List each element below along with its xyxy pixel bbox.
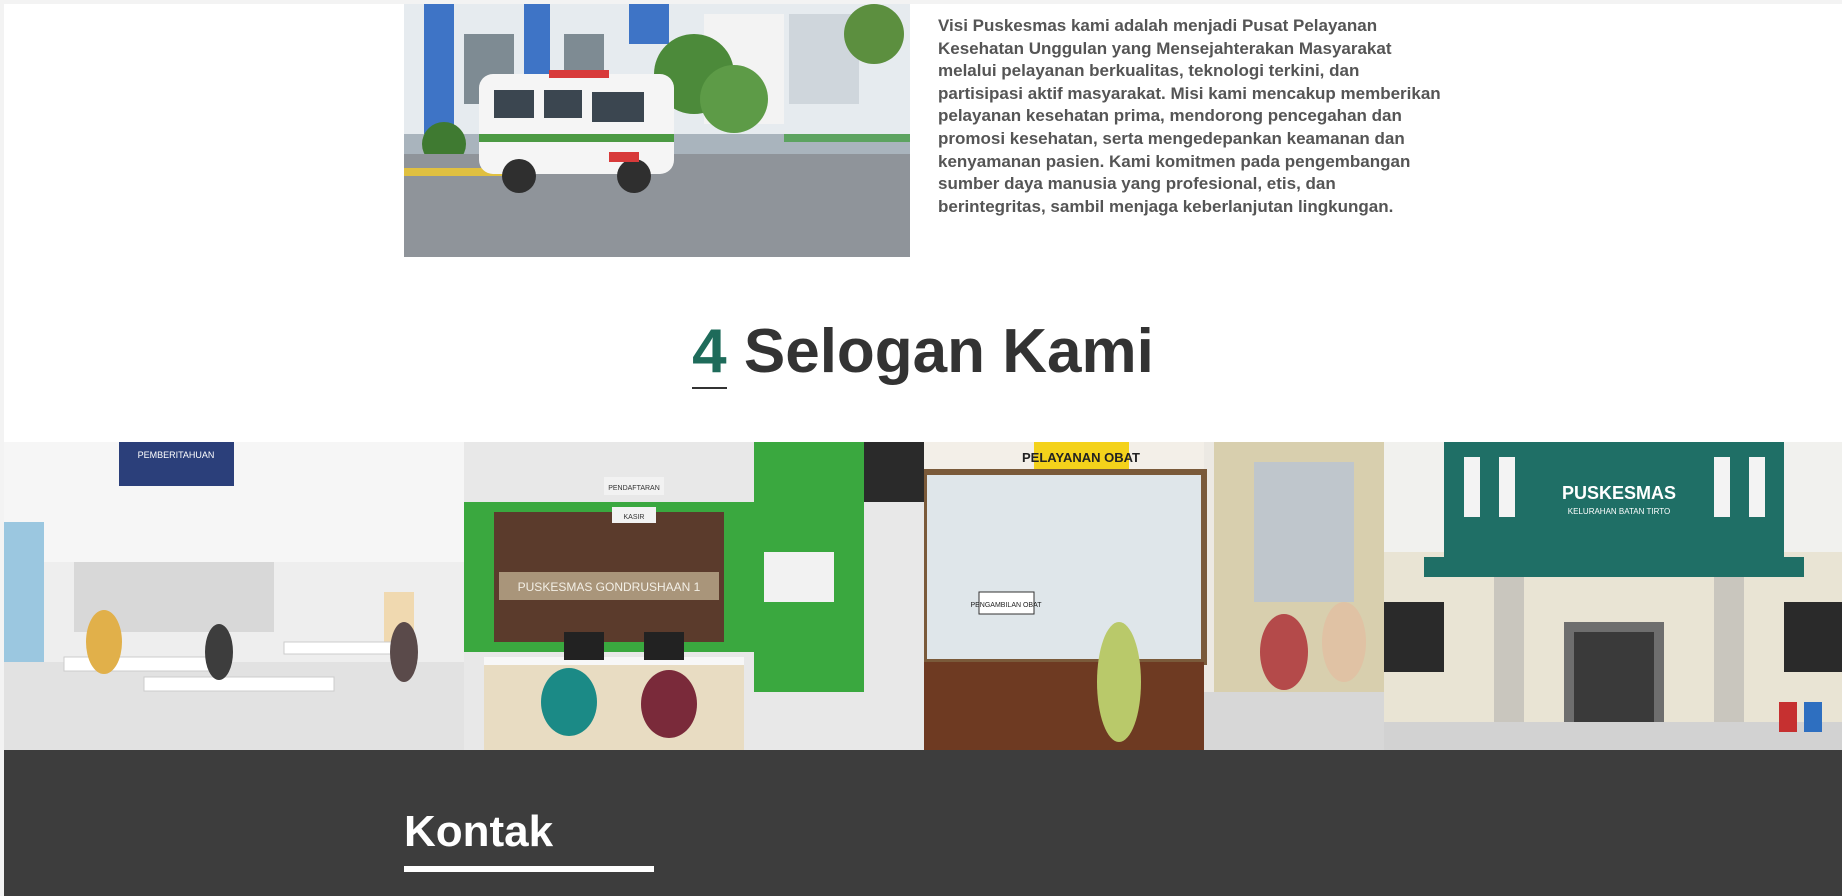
building-sign-text: PUSKESMAS	[1562, 483, 1676, 503]
gallery-photo-registration-desk[interactable]: PENDAFTARAN KASIR PUSKESMAS GONDRUSHAAN …	[464, 442, 924, 750]
page: Visi Puskesmas kami adalah menjadi Pusat…	[4, 4, 1842, 896]
contact-heading: Kontak	[404, 807, 554, 856]
desk-wall-text: PUSKESMAS GONDRUSHAAN 1	[518, 580, 701, 594]
visi-misi-text: Visi Puskesmas kami adalah menjadi Pusat…	[938, 16, 1441, 216]
contact-footer: Kontak	[4, 750, 1842, 896]
ambulance-photo	[404, 4, 910, 257]
pickup-label-text: PENGAMBILAN OBAT	[970, 602, 1042, 609]
gallery-photo-waiting-room[interactable]: PEMBERITAHUAN	[4, 442, 464, 750]
slogan-number: 4	[692, 314, 728, 390]
contact-heading-underline	[404, 866, 654, 872]
registration-sign-text: PENDAFTARAN	[608, 485, 660, 492]
building-sub-text: KELURAHAN BATAN TIRTO	[1568, 507, 1670, 516]
gallery-photo-pharmacy-counter[interactable]: PELAYANAN OBAT PENGAMBILAN OBAT	[924, 442, 1384, 750]
slogan-heading: 4 Selogan Kami	[4, 314, 1842, 390]
pharmacy-sign-text: PELAYANAN OBAT	[1022, 450, 1140, 465]
cashier-sign-text: KASIR	[623, 514, 644, 521]
gallery-photo-building-front[interactable]: PUSKESMAS KELURAHAN BATAN TIRTO	[1384, 442, 1842, 750]
slogan-title: Selogan Kami	[743, 317, 1154, 386]
notice-sign-text: PEMBERITAHUAN	[138, 450, 215, 460]
photo-gallery: PEMBERITAHUAN PENDAFTARAN KASIR PUSKESMA…	[4, 442, 1842, 750]
